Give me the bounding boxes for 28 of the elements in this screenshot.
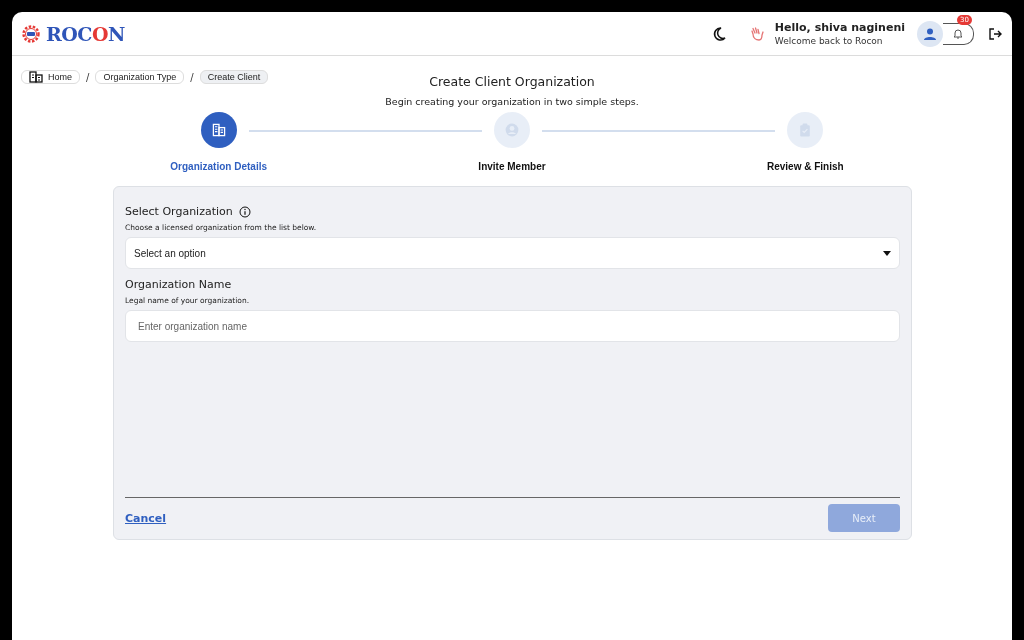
breadcrumb-link[interactable]: Home (21, 70, 80, 84)
breadcrumb-separator: / (86, 71, 90, 83)
page-title: Create Client Organization (429, 74, 595, 89)
step-label: Invite Member (478, 161, 546, 172)
breadcrumb-link[interactable]: Organization Type (95, 70, 185, 84)
waving-hand-icon (748, 25, 765, 42)
select-field[interactable]: Select an option (125, 237, 900, 269)
field-label: Organization Name (125, 278, 232, 291)
step-circle[interactable] (200, 112, 237, 148)
cancel-link[interactable]: Cancel (125, 511, 167, 525)
step-label: Organization Details (170, 161, 267, 172)
notification-button[interactable] (943, 22, 974, 45)
logout-icon[interactable] (988, 26, 1002, 41)
breadcrumb-separator: / (190, 71, 194, 83)
breadcrumb-link[interactable]: Create Client (199, 70, 269, 84)
bell-icon (953, 28, 963, 39)
logo-text: ROCON (46, 22, 125, 45)
gear-logo-icon (20, 22, 42, 45)
step-label: Review & Finish (767, 161, 844, 172)
info-icon[interactable] (238, 205, 251, 218)
welcome-text: Welcome back to Rocon (774, 36, 884, 46)
caret-icon (883, 250, 891, 256)
greeting-text: Hello, shiva nagineni (774, 21, 905, 34)
avatar-icon[interactable] (917, 20, 943, 47)
input-field[interactable]: Enter organization name (125, 310, 900, 342)
building-icon (29, 71, 43, 83)
page-subtitle: Begin creating your organization in two simple steps. (385, 96, 639, 107)
field-label: Select Organization (125, 205, 233, 218)
